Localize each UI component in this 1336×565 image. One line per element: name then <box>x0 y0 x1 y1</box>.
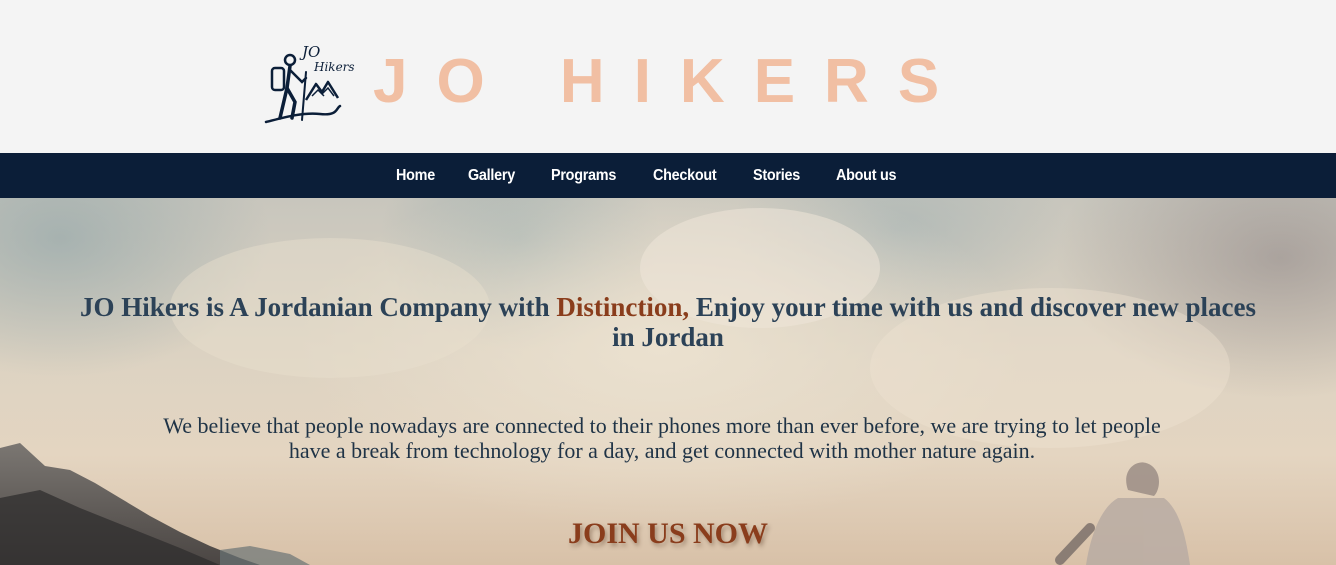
jo-hikers-logo[interactable]: JO Hikers <box>262 40 358 126</box>
hero-heading: JO Hikers is A Jordanian Company with Di… <box>80 292 1256 352</box>
svg-text:Hikers: Hikers <box>313 60 355 74</box>
hero-description: We believe that people nowadays are conn… <box>163 413 1161 463</box>
hero-section: JO Hikers is A Jordanian Company with Di… <box>0 198 1336 565</box>
site-title: JO HIKERS <box>373 47 969 116</box>
hero-heading-highlight: Distinction, <box>556 292 690 322</box>
nav-about-us[interactable]: About us <box>836 153 896 198</box>
nav-gallery[interactable]: Gallery <box>468 153 515 198</box>
hiker-figure <box>1055 462 1190 565</box>
nav-programs[interactable]: Programs <box>551 153 616 198</box>
svg-text:JO: JO <box>299 43 320 61</box>
join-us-button[interactable]: JOIN US NOW <box>560 516 776 552</box>
hiker-logo-icon: JO Hikers <box>264 43 355 124</box>
hero-heading-lead: JO Hikers is A Jordanian Company with <box>80 292 557 322</box>
nav-checkout[interactable]: Checkout <box>653 153 717 198</box>
main-navbar: Home Gallery Programs Checkout Stories A… <box>0 153 1336 198</box>
nav-home[interactable]: Home <box>396 153 435 198</box>
nav-stories[interactable]: Stories <box>753 153 800 198</box>
hero-heading-trail: Enjoy your time with us and discover new… <box>612 292 1256 352</box>
site-header: JO Hikers JO HIKERS <box>0 0 1336 153</box>
hero-background-image <box>0 208 1230 565</box>
